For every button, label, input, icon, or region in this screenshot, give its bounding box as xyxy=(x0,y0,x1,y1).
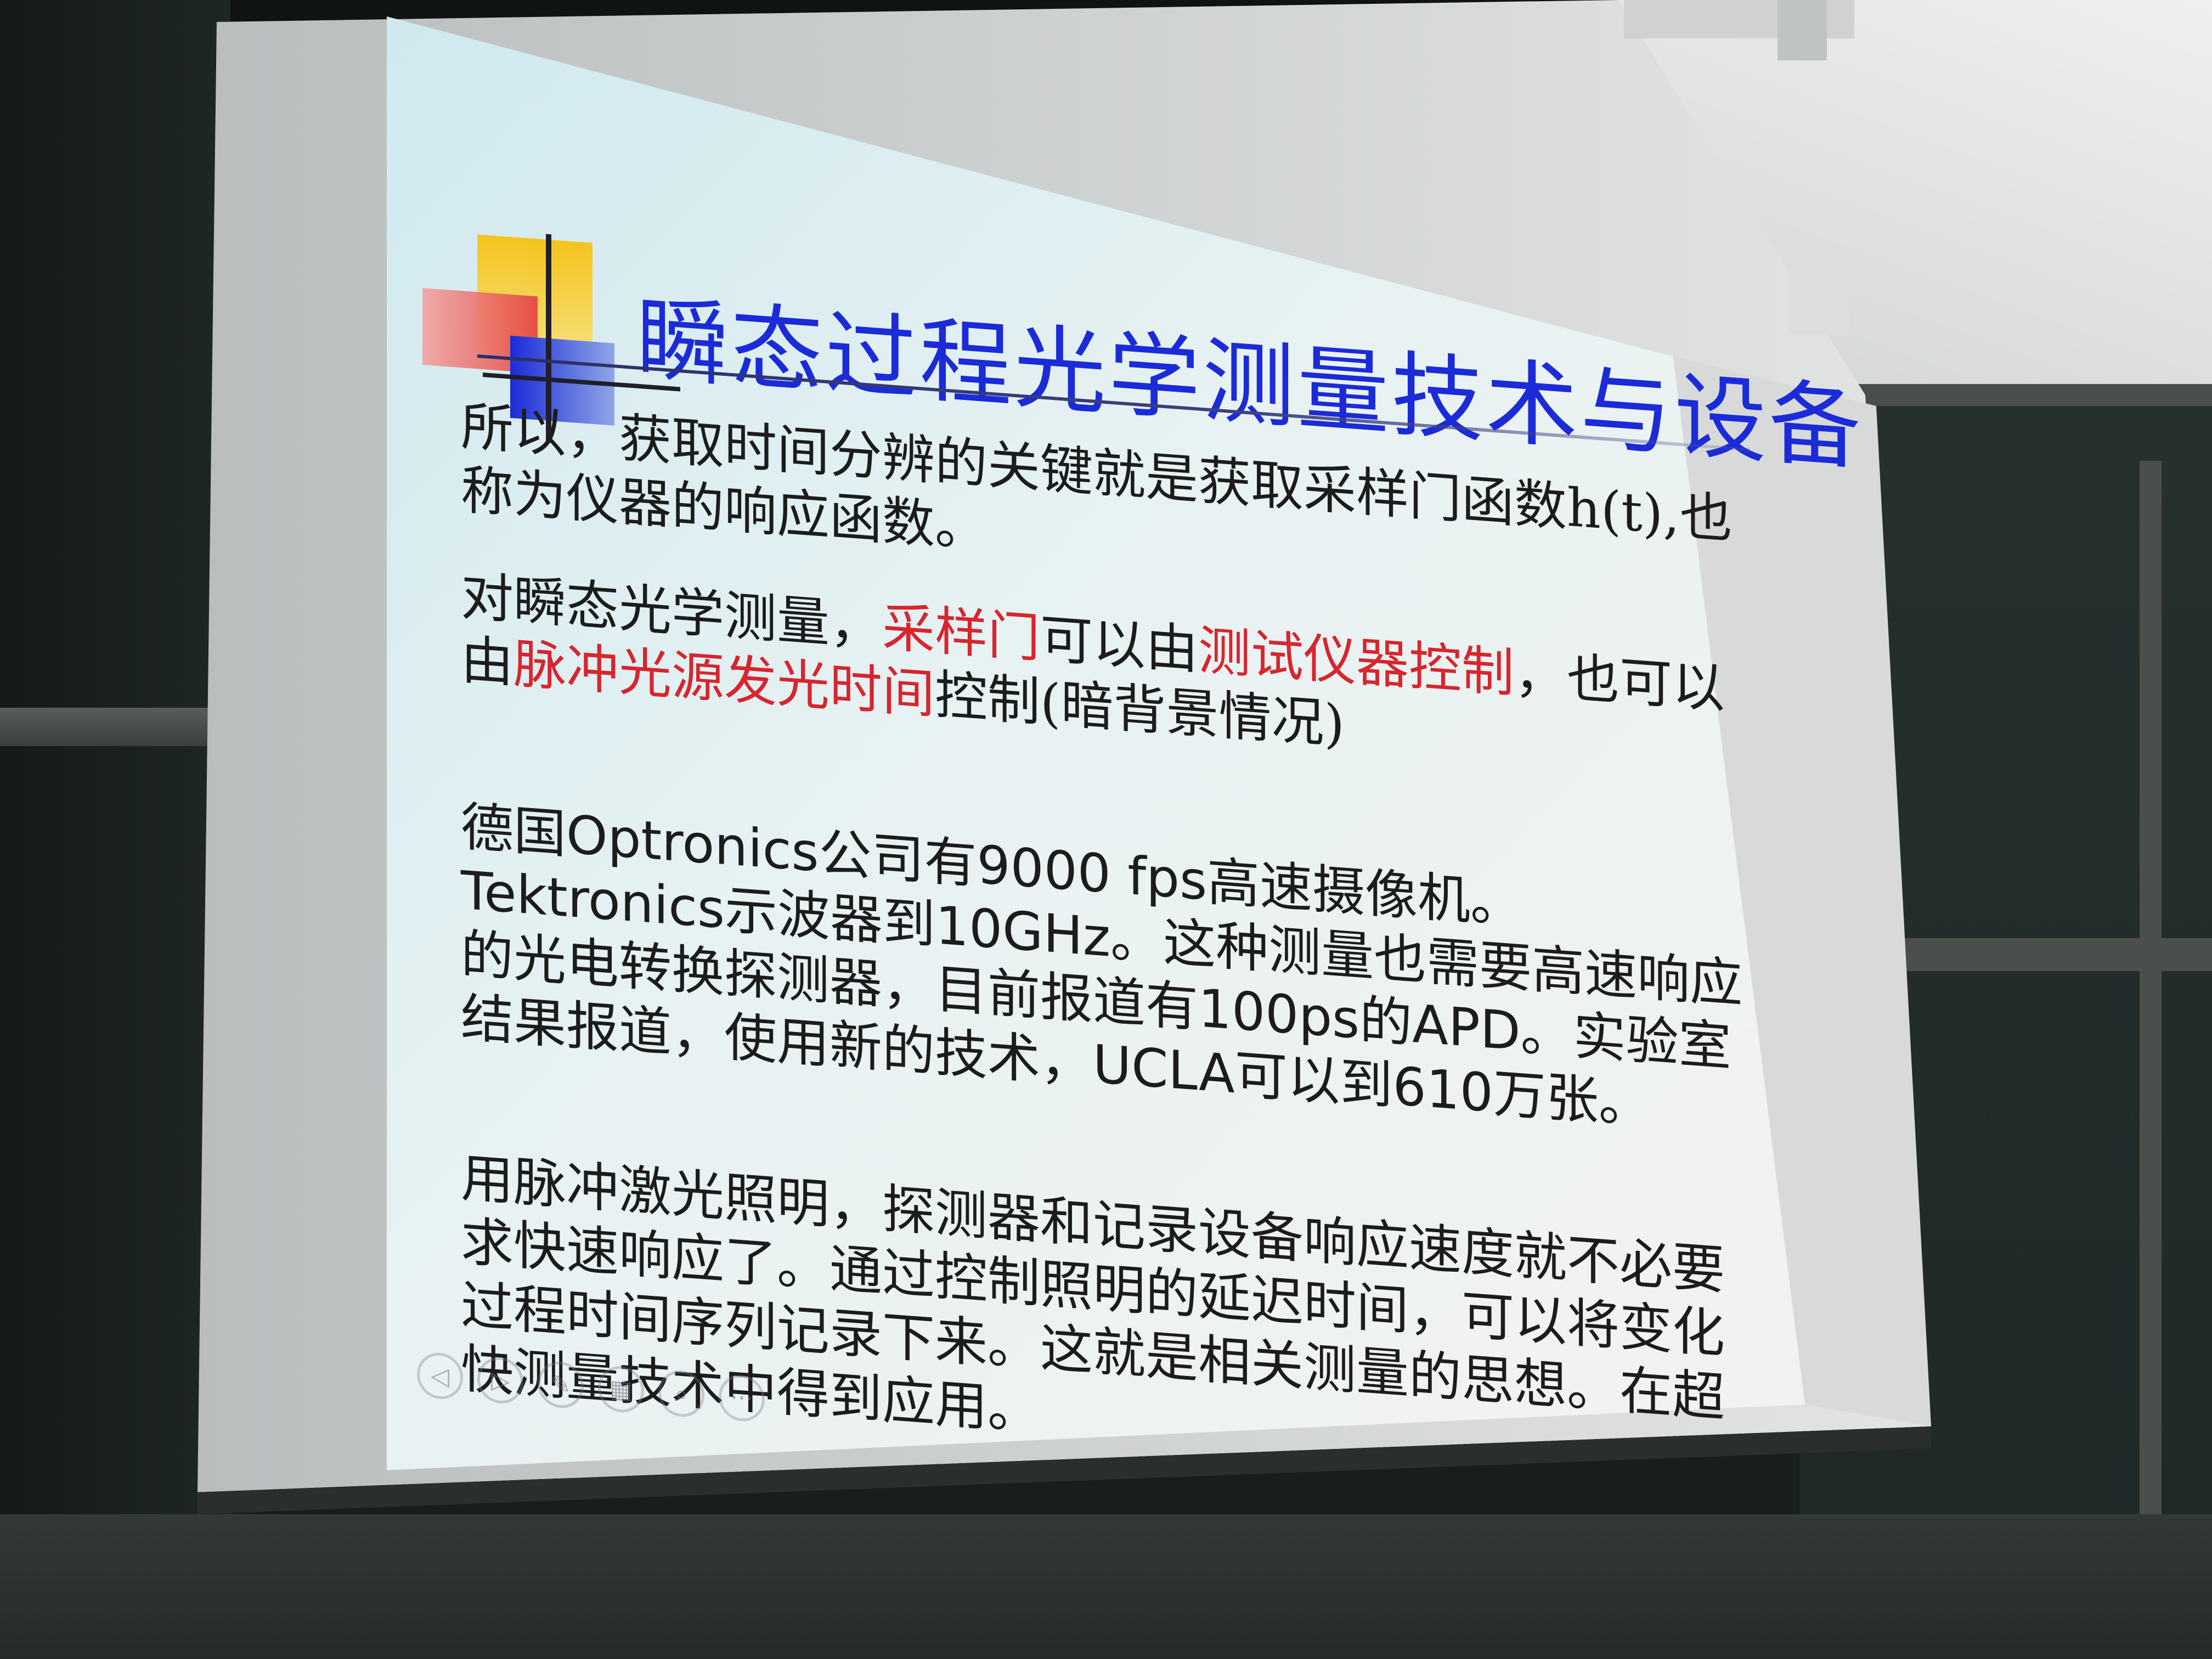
p2-highlight-sampling-gate: 采样门 xyxy=(882,596,1040,670)
zoom-icon[interactable]: ⌕ xyxy=(658,1369,704,1419)
pen-icon[interactable]: ✎ xyxy=(538,1360,584,1410)
p2-text-c: 可以由 xyxy=(1040,608,1198,681)
paragraph-equipment: 德国Optronics公司有9000 fps高速摄像机。Tektronics示波… xyxy=(461,795,1743,1136)
more-options-icon[interactable]: ··· xyxy=(719,1373,765,1423)
slides-grid-icon[interactable]: ▦ xyxy=(598,1364,644,1414)
next-slide-icon[interactable]: ▷ xyxy=(477,1356,523,1406)
prev-slide-icon[interactable]: ◁ xyxy=(417,1351,463,1401)
slide-content: 瞬态过程光学测量技术与设备 所以，获取时间分辨的关键就是获取采样门函数h(t),… xyxy=(395,208,1863,1508)
